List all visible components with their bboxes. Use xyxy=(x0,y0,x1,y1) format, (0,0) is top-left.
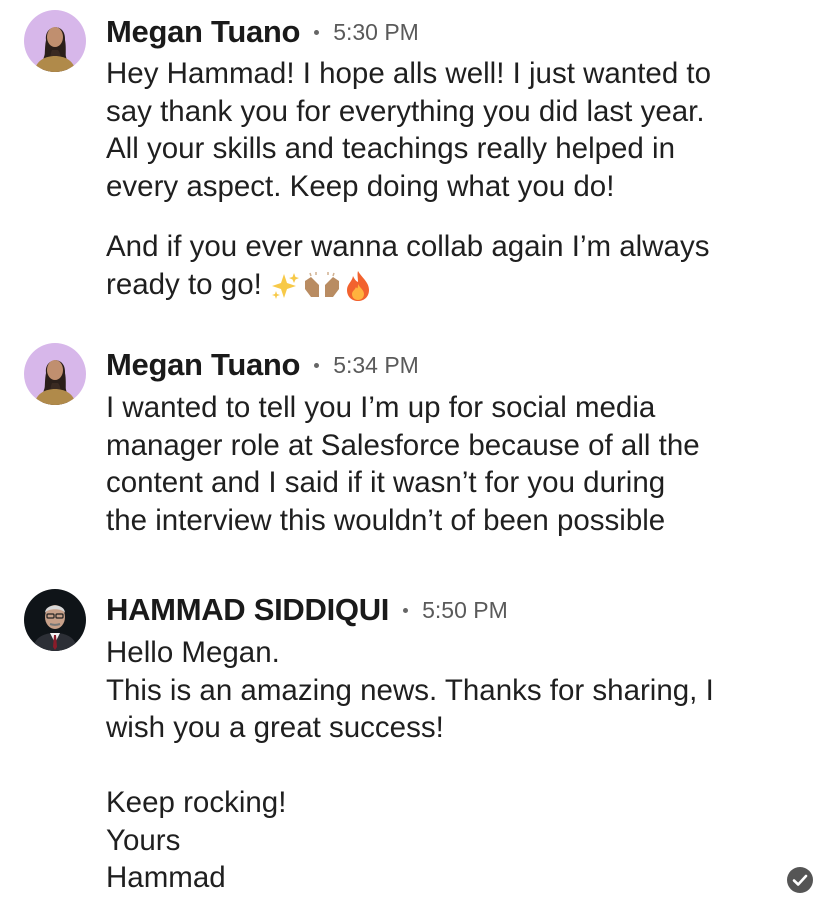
message-line: ready to go! xyxy=(106,266,806,304)
separator-dot xyxy=(314,362,320,368)
message-line: This is an amazing news. Thanks for shar… xyxy=(106,673,714,707)
separator-dot xyxy=(403,607,409,613)
message-body: Hello Megan. This is an amazing news. Th… xyxy=(106,634,806,747)
message-line: the interview this wouldn’t of been poss… xyxy=(106,503,666,537)
message-header: HAMMAD SIDDIQUI 5:50 PM xyxy=(106,590,508,630)
megan-avatar-icon xyxy=(24,10,86,72)
timestamp: 5:30 PM xyxy=(333,18,419,45)
message-line: Hey Hammad! I hope alls well! I just wan… xyxy=(106,57,712,90)
fire-icon xyxy=(346,270,369,301)
message-line: Yours xyxy=(106,823,181,857)
message-line: say thank you for everything you did las… xyxy=(106,94,705,128)
message-line: All your skills and teachings really hel… xyxy=(106,132,675,165)
message-header: Megan Tuano 5:34 PM xyxy=(106,345,419,385)
message-line: every aspect. Keep doing what you do! xyxy=(106,169,615,203)
message-line: wish you a great success! xyxy=(106,711,444,744)
sender-name[interactable]: HAMMAD SIDDIQUI xyxy=(106,592,389,628)
raising-hands-icon xyxy=(304,271,339,297)
message-body: I wanted to tell you I’m up for social m… xyxy=(106,389,806,539)
message-line: manager role at Salesforce because of al… xyxy=(106,428,700,462)
message-line: Keep rocking! xyxy=(106,786,287,819)
message-line: Hammad xyxy=(106,861,226,894)
avatar[interactable] xyxy=(24,589,86,651)
message-body: Keep rocking! Yours Hammad xyxy=(106,784,806,897)
sender-name[interactable]: Megan Tuano xyxy=(106,14,300,50)
timestamp: 5:50 PM xyxy=(422,596,508,623)
message-body: And if you ever wanna collab again I’m a… xyxy=(106,228,806,303)
message-line: I wanted to tell you I’m up for social m… xyxy=(106,391,656,424)
avatar[interactable] xyxy=(24,343,86,405)
separator-dot xyxy=(314,29,320,35)
megan-avatar-icon xyxy=(24,343,86,405)
sparkles-icon xyxy=(271,272,299,299)
emoji-group xyxy=(270,270,374,302)
hammad-avatar-icon xyxy=(24,589,86,651)
sender-name[interactable]: Megan Tuano xyxy=(106,347,300,383)
message-body: Hey Hammad! I hope alls well! I just wan… xyxy=(106,55,806,205)
message-line-text: ready to go! xyxy=(106,267,262,301)
message-line: content and I said if it wasn’t for you … xyxy=(106,466,666,499)
message-line: And if you ever wanna collab again I’m a… xyxy=(106,230,710,263)
message-header: Megan Tuano 5:30 PM xyxy=(106,12,419,52)
read-check-icon xyxy=(787,867,813,893)
message-line: Hello Megan. xyxy=(106,636,280,669)
timestamp: 5:34 PM xyxy=(333,351,419,378)
avatar[interactable] xyxy=(24,10,86,72)
